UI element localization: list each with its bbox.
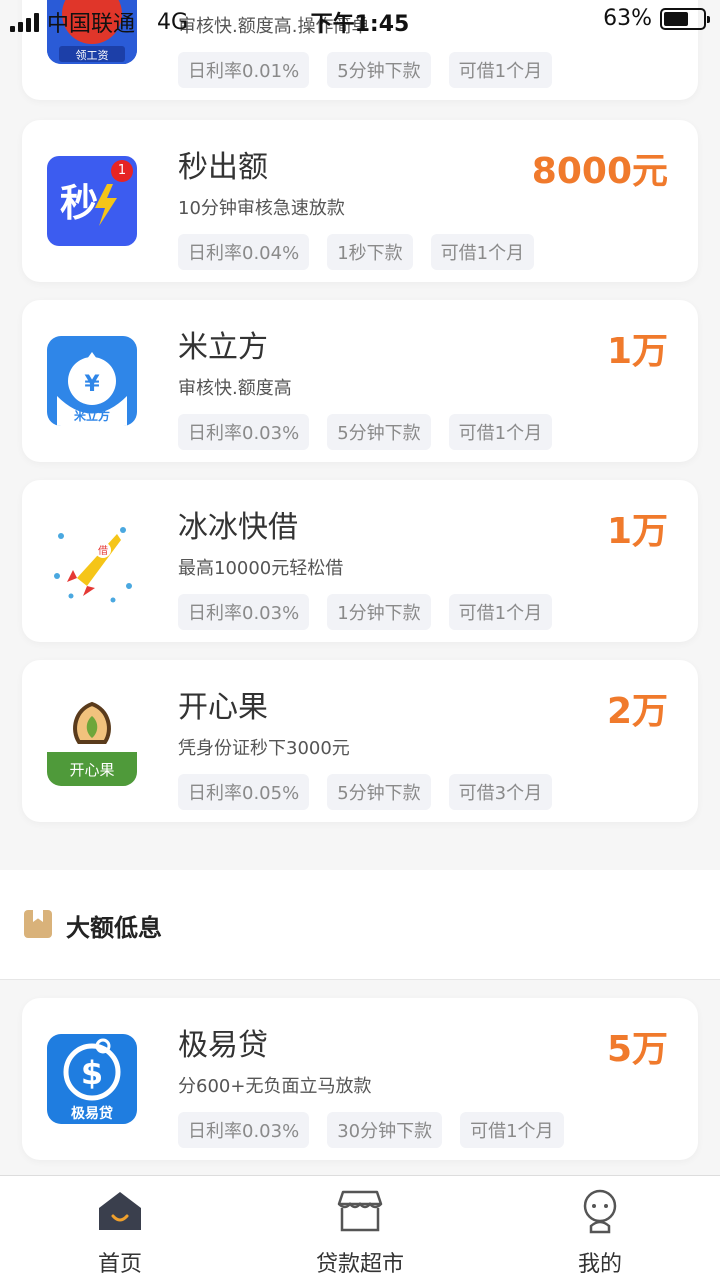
- product-card-milifang[interactable]: ¥ 米立方 米立方 1万 审核快.额度高 日利率0.03% 5分钟下款 可借1个…: [22, 300, 698, 462]
- status-bar: 中国联通 4G 下午1:45 63%: [0, 0, 720, 40]
- tag-speed: 5分钟下款: [327, 774, 431, 810]
- tag-speed: 1秒下款: [327, 234, 413, 270]
- tag-rate: 日利率0.01%: [178, 52, 310, 88]
- product-amount: 8000元: [531, 151, 668, 192]
- svg-text:¥: ¥: [84, 372, 100, 397]
- home-icon: [99, 1192, 141, 1230]
- product-amount: 1万: [606, 331, 668, 372]
- tag-rate: 日利率0.03%: [178, 594, 310, 630]
- product-name: 开心果: [178, 690, 268, 725]
- tag-term: 可借1个月: [448, 414, 553, 450]
- tag-term: 可借1个月: [460, 1112, 564, 1148]
- product-name: 米立方: [178, 330, 268, 365]
- product-desc: 10分钟审核急速放款: [178, 198, 345, 219]
- product-list[interactable]: 领工资 审核快.额度高.操作简单 日利率0.01% 5分钟下款 可借1个月 秒 …: [0, 0, 720, 1175]
- section-title: 大额低息: [66, 914, 162, 942]
- logo-text: 极易贷: [71, 1105, 113, 1122]
- product-card-jiyidai[interactable]: $ 极易贷 极易贷 5万 分600+无负面立马放款 日利率0.03% 30分钟下…: [22, 998, 698, 1160]
- product-tags: 日利率0.03% 30分钟下款 可借1个月: [178, 1112, 564, 1148]
- product-name: 冰冰快借: [178, 510, 298, 545]
- product-tags: 日利率0.01% 5分钟下款 可借1个月: [178, 52, 553, 88]
- product-desc: 审核快.额度高: [178, 378, 292, 399]
- tag-speed: 1分钟下款: [327, 594, 431, 630]
- pistachio-logo: 开心果: [47, 696, 137, 786]
- notification-badge: 1: [111, 160, 133, 182]
- tab-mine[interactable]: 我的: [480, 1176, 720, 1280]
- product-tags: 日利率0.03% 1分钟下款 可借1个月: [178, 594, 553, 630]
- product-tags: 日利率0.05% 5分钟下款 可借3个月: [178, 774, 553, 810]
- tab-home[interactable]: 首页: [0, 1176, 240, 1280]
- section-header: 大额低息: [0, 870, 720, 980]
- tag-rate: 日利率0.03%: [178, 414, 310, 450]
- bookmark-icon: [24, 910, 52, 938]
- jiyidai-logo: $ 极易贷: [47, 1034, 137, 1124]
- logo-text: 米立方: [74, 408, 110, 423]
- product-amount: 5万: [606, 1029, 668, 1070]
- product-amount: 2万: [606, 691, 668, 732]
- tag-speed: 5分钟下款: [327, 414, 431, 450]
- product-amount: 1万: [606, 511, 668, 552]
- tag-speed: 5分钟下款: [327, 52, 431, 88]
- product-tags: 日利率0.04% 1秒下款 可借1个月: [178, 234, 535, 270]
- miao-logo: 秒 1: [47, 156, 137, 246]
- tag-term: 可借1个月: [448, 52, 553, 88]
- logo-text: 秒: [60, 181, 98, 225]
- battery-percent: 63%: [603, 6, 652, 31]
- product-card-kaixinguo[interactable]: 开心果 开心果 2万 凭身份证秒下3000元 日利率0.05% 5分钟下款 可借…: [22, 660, 698, 822]
- product-desc: 凭身份证秒下3000元: [178, 738, 350, 759]
- battery-icon: [660, 7, 710, 30]
- tab-market-label: 贷款超市: [315, 1252, 404, 1277]
- status-right: 63%: [603, 6, 710, 31]
- milifang-logo: ¥ 米立方: [47, 336, 137, 426]
- user-icon: [583, 1189, 617, 1234]
- tag-rate: 日利率0.03%: [178, 1112, 310, 1148]
- product-card-miaochue[interactable]: 秒 1 秒出额 8000元 10分钟审核急速放款 日利率0.04% 1秒下款 可…: [22, 120, 698, 282]
- tag-term: 可借1个月: [430, 234, 535, 270]
- logo-text: 借: [98, 545, 108, 557]
- tab-mine-label: 我的: [577, 1252, 622, 1277]
- tag-term: 可借1个月: [448, 594, 553, 630]
- tag-term: 可借3个月: [448, 774, 553, 810]
- tag-rate: 日利率0.04%: [178, 234, 310, 270]
- logo-text: 开心果: [69, 761, 114, 779]
- product-tags: 日利率0.03% 5分钟下款 可借1个月: [178, 414, 553, 450]
- logo-text: 领工资: [76, 49, 109, 62]
- product-name: 极易贷: [178, 1028, 268, 1063]
- product-desc: 分600+无负面立马放款: [178, 1076, 372, 1097]
- product-card-bingbing[interactable]: 借 冰冰快借 1万 最高10000元轻松借 日利率0.03% 1分钟下款 可借1…: [22, 480, 698, 642]
- rocket-logo: 借: [47, 516, 137, 606]
- store-icon: [337, 1190, 383, 1232]
- tab-market[interactable]: 贷款超市: [240, 1176, 480, 1280]
- product-desc: 最高10000元轻松借: [178, 558, 344, 579]
- tag-rate: 日利率0.05%: [178, 774, 310, 810]
- tab-home-label: 首页: [97, 1252, 142, 1277]
- tab-bar: 首页 贷款超市 我的: [0, 1175, 720, 1280]
- tag-speed: 30分钟下款: [327, 1112, 443, 1148]
- product-name: 秒出额: [178, 150, 268, 185]
- svg-text:$: $: [81, 1054, 103, 1092]
